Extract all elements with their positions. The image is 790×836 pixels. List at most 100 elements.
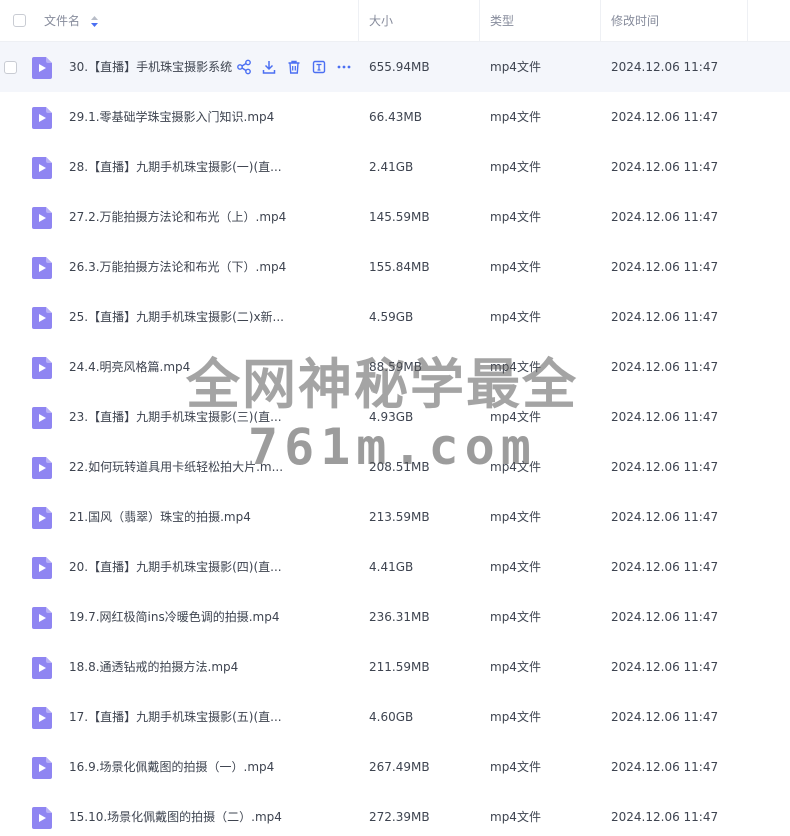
file-size: 2.41GB: [369, 160, 414, 174]
file-type: mp4文件: [490, 160, 541, 174]
modified-time: 2024.12.06 11:47: [611, 810, 719, 824]
file-size: 4.93GB: [369, 410, 414, 424]
modified-time: 2024.12.06 11:47: [611, 660, 719, 674]
file-name[interactable]: 16.9.场景化佩戴图的拍摄（一）.mp4: [69, 742, 274, 792]
video-file-icon: [32, 507, 52, 529]
file-name[interactable]: 26.3.万能拍摄方法论和布光（下）.mp4: [69, 242, 286, 292]
share-icon[interactable]: [236, 59, 252, 75]
file-size: 66.43MB: [369, 110, 422, 124]
file-size: 4.41GB: [369, 560, 414, 574]
file-type: mp4文件: [490, 410, 541, 424]
modified-time: 2024.12.06 11:47: [611, 110, 719, 124]
file-size: 4.59GB: [369, 310, 414, 324]
table-row[interactable]: 21.国风（翡翠）珠宝的拍摄.mp4 213.59MB mp4文件 2024.12.0…: [0, 492, 790, 542]
column-header-name[interactable]: 文件名: [44, 0, 80, 42]
trash-icon[interactable]: [286, 59, 302, 75]
file-name[interactable]: 20.【直播】九期手机珠宝摄影(四)(直...: [69, 542, 282, 592]
table-row[interactable]: 19.7.网红极简ins冷暖色调的拍摄.mp4 236.31MB mp4文件 2024…: [0, 592, 790, 642]
modified-time: 2024.12.06 11:47: [611, 360, 719, 374]
file-name[interactable]: 30.【直播】手机珠宝摄影系统: [69, 42, 232, 92]
video-file-icon: [32, 407, 52, 429]
sort-icon[interactable]: [91, 16, 98, 27]
file-size: 4.60GB: [369, 710, 414, 724]
file-type: mp4文件: [490, 460, 541, 474]
video-file-icon: [32, 207, 52, 229]
file-type: mp4文件: [490, 710, 541, 724]
video-file-icon: [32, 107, 52, 129]
modified-time: 2024.12.06 11:47: [611, 160, 719, 174]
file-size: 272.39MB: [369, 810, 430, 824]
modified-time: 2024.12.06 11:47: [611, 610, 719, 624]
table-row[interactable]: 27.2.万能拍摄方法论和布光（上）.mp4 145.59MB mp4文件 2024.…: [0, 192, 790, 242]
video-file-icon: [32, 157, 52, 179]
modified-time: 2024.12.06 11:47: [611, 460, 719, 474]
video-file-icon: [32, 757, 52, 779]
row-checkbox[interactable]: [4, 61, 17, 74]
table-row[interactable]: 16.9.场景化佩戴图的拍摄（一）.mp4 267.49MB mp4文件 2024.1…: [0, 742, 790, 792]
file-name[interactable]: 29.1.零基础学珠宝摄影入门知识.mp4: [69, 92, 274, 142]
column-header-type[interactable]: 类型: [490, 0, 514, 42]
table-row[interactable]: 25.【直播】九期手机珠宝摄影(二)x新... 4.59GB mp4文件 2024.1…: [0, 292, 790, 342]
file-type: mp4文件: [490, 660, 541, 674]
modified-time: 2024.12.06 11:47: [611, 760, 719, 774]
file-type: mp4文件: [490, 60, 541, 74]
table-row[interactable]: 20.【直播】九期手机珠宝摄影(四)(直... 4.41GB mp4文件 2024.1…: [0, 542, 790, 592]
file-size: 145.59MB: [369, 210, 430, 224]
table-row[interactable]: 29.1.零基础学珠宝摄影入门知识.mp4 66.43MB mp4文件 2024.12…: [0, 92, 790, 142]
table-row[interactable]: 15.10.场景化佩戴图的拍摄（二）.mp4 272.39MB mp4文件 2024.…: [0, 792, 790, 836]
file-type: mp4文件: [490, 810, 541, 824]
video-file-icon: [32, 557, 52, 579]
modified-time: 2024.12.06 11:47: [611, 560, 719, 574]
video-file-icon: [32, 257, 52, 279]
file-size: 208.51MB: [369, 460, 430, 474]
file-name[interactable]: 27.2.万能拍摄方法论和布光（上）.mp4: [69, 192, 286, 242]
modified-time: 2024.12.06 11:47: [611, 510, 719, 524]
video-file-icon: [32, 307, 52, 329]
column-header-size[interactable]: 大小: [369, 0, 393, 42]
table-row[interactable]: 17.【直播】九期手机珠宝摄影(五)(直... 4.60GB mp4文件 2024.1…: [0, 692, 790, 742]
video-file-icon: [32, 807, 52, 829]
table-row[interactable]: 22.如何玩转道具用卡纸轻松拍大片.m... 208.51MB mp4文件 2024.…: [0, 442, 790, 492]
file-name[interactable]: 28.【直播】九期手机珠宝摄影(一)(直...: [69, 142, 282, 192]
table-row[interactable]: 24.4.明亮风格篇.mp4 88.59MB mp4文件 2024.12.06 11:…: [0, 342, 790, 392]
download-icon[interactable]: [261, 59, 277, 75]
column-divider[interactable]: [358, 0, 359, 42]
file-name[interactable]: 21.国风（翡翠）珠宝的拍摄.mp4: [69, 492, 251, 542]
table-row[interactable]: 30.【直播】手机珠宝摄影系统 655.94MB mp4文件 2024.12.06 1…: [0, 42, 790, 92]
video-file-icon: [32, 657, 52, 679]
column-divider[interactable]: [747, 0, 748, 42]
file-type: mp4文件: [490, 560, 541, 574]
file-name[interactable]: 22.如何玩转道具用卡纸轻松拍大片.m...: [69, 442, 283, 492]
table-row[interactable]: 28.【直播】九期手机珠宝摄影(一)(直... 2.41GB mp4文件 2024.1…: [0, 142, 790, 192]
file-type: mp4文件: [490, 610, 541, 624]
column-header-time[interactable]: 修改时间: [611, 0, 659, 42]
table-row[interactable]: 26.3.万能拍摄方法论和布光（下）.mp4 155.84MB mp4文件 2024.…: [0, 242, 790, 292]
rename-icon[interactable]: [311, 59, 327, 75]
file-size: 236.31MB: [369, 610, 430, 624]
table-header: 文件名 大小 类型 修改时间: [0, 0, 790, 42]
video-file-icon: [32, 607, 52, 629]
video-file-icon: [32, 457, 52, 479]
column-divider[interactable]: [600, 0, 601, 42]
modified-time: 2024.12.06 11:47: [611, 210, 719, 224]
modified-time: 2024.12.06 11:47: [611, 710, 719, 724]
file-size: 155.84MB: [369, 260, 430, 274]
more-icon[interactable]: [336, 59, 352, 75]
file-name[interactable]: 17.【直播】九期手机珠宝摄影(五)(直...: [69, 692, 282, 742]
video-file-icon: [32, 707, 52, 729]
file-type: mp4文件: [490, 260, 541, 274]
table-row[interactable]: 23.【直播】九期手机珠宝摄影(三)(直... 4.93GB mp4文件 2024.1…: [0, 392, 790, 442]
select-all-checkbox[interactable]: [13, 14, 26, 27]
modified-time: 2024.12.06 11:47: [611, 60, 719, 74]
table-row[interactable]: 18.8.通透钻戒的拍摄方法.mp4 211.59MB mp4文件 2024.12.0…: [0, 642, 790, 692]
column-divider[interactable]: [479, 0, 480, 42]
video-file-icon: [32, 357, 52, 379]
file-name[interactable]: 25.【直播】九期手机珠宝摄影(二)x新...: [69, 292, 284, 342]
file-name[interactable]: 23.【直播】九期手机珠宝摄影(三)(直...: [69, 392, 282, 442]
file-name[interactable]: 19.7.网红极简ins冷暖色调的拍摄.mp4: [69, 592, 279, 642]
file-name[interactable]: 18.8.通透钻戒的拍摄方法.mp4: [69, 642, 238, 692]
file-name[interactable]: 24.4.明亮风格篇.mp4: [69, 342, 190, 392]
modified-time: 2024.12.06 11:47: [611, 260, 719, 274]
file-type: mp4文件: [490, 360, 541, 374]
file-name[interactable]: 15.10.场景化佩戴图的拍摄（二）.mp4: [69, 792, 282, 836]
